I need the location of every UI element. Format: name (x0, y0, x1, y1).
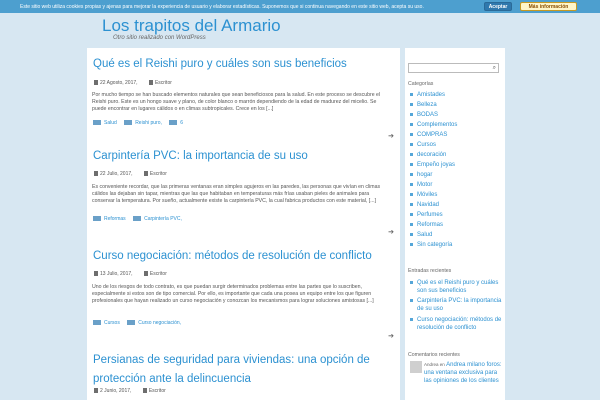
read-more-arrow-icon[interactable]: ➔ (388, 228, 394, 236)
tag-icon (124, 120, 133, 126)
categories-heading: Categorías (408, 81, 434, 87)
post-footer: Cursos Curso negociación, (93, 320, 187, 326)
author-icon (142, 388, 147, 394)
post-date: 2 Junio, 2017, (100, 388, 132, 394)
bullet-icon (410, 113, 413, 116)
bullet-icon (410, 153, 413, 156)
post-category[interactable]: Salud (104, 120, 117, 126)
search-input[interactable]: ⌕ (408, 63, 499, 73)
post-author[interactable]: Escritor (150, 171, 167, 177)
bullet-icon (410, 223, 413, 226)
main-content: Qué es el Reishi puro y cuáles son sus b… (87, 48, 400, 400)
more-info-button[interactable]: Más información (520, 2, 577, 11)
bullet-icon (410, 213, 413, 216)
bullet-icon (410, 93, 413, 96)
post-category[interactable]: Reformas (104, 216, 126, 222)
post-title[interactable]: Curso negociación: métodos de resolución… (93, 247, 388, 266)
bullet-icon (410, 183, 413, 186)
comment-author: Andrea en (424, 362, 445, 367)
bullet-icon (410, 203, 413, 206)
post-tag[interactable]: Reishi puro, (135, 120, 162, 126)
recent-comments-heading: Comentarios recientes (408, 352, 460, 358)
author-icon (143, 171, 148, 177)
bullet-icon (410, 133, 413, 136)
avatar (410, 361, 422, 373)
comment-icon (169, 120, 178, 126)
bullet-icon (410, 103, 413, 106)
post-title[interactable]: Persianas de seguridad para viviendas: u… (93, 351, 388, 389)
bullet-icon (410, 123, 413, 126)
site-title[interactable]: Los trapitos del Armario (102, 16, 281, 36)
recent-posts-heading: Entradas recientes (408, 268, 452, 274)
calendar-icon (94, 271, 98, 277)
tag-icon (127, 320, 136, 326)
cookie-bar: Este sitio web utiliza cookies propias y… (0, 0, 600, 13)
post-footer: Reformas Carpintería PVC, (93, 216, 188, 222)
bullet-icon (410, 281, 413, 284)
bullet-icon (410, 318, 413, 321)
author-icon (148, 80, 153, 86)
post-meta: 2 Junio, 2017, Escritor (94, 388, 166, 394)
post-tag[interactable]: Curso negociación, (138, 320, 181, 326)
post-meta: 22 Julio, 2017, Escritor (94, 171, 167, 177)
post-date: 13 Julio, 2017, (100, 271, 133, 277)
calendar-icon (94, 388, 98, 394)
comment-text[interactable]: Andrea en Andrea milano foros: una venta… (424, 361, 502, 385)
bullet-icon (410, 193, 413, 196)
bullet-icon (410, 173, 413, 176)
bullet-icon (410, 299, 413, 302)
post-title[interactable]: Carpintería PVC: la importancia de su us… (93, 147, 388, 166)
post-excerpt: Por mucho tiempo se han buscado elemento… (92, 92, 381, 112)
post-category[interactable]: Cursos (104, 320, 120, 326)
bullet-icon (410, 143, 413, 146)
post-meta: 13 Julio, 2017, Escritor (94, 271, 167, 277)
post-date: 22 Agosto, 2017, (100, 80, 138, 86)
read-more-arrow-icon[interactable]: ➔ (388, 132, 394, 140)
folder-icon (93, 320, 101, 326)
post-title[interactable]: Qué es el Reishi puro y cuáles son sus b… (93, 55, 388, 74)
accept-cookies-button[interactable]: Aceptar (484, 2, 512, 11)
site-tagline: Otro sitio realizado con WordPress (113, 35, 206, 41)
post-footer: Salud Reishi puro, 6 (93, 120, 189, 126)
post-meta: 22 Agosto, 2017, Escritor (94, 80, 172, 86)
author-icon (143, 271, 148, 277)
search-icon[interactable]: ⌕ (493, 65, 496, 72)
post-date: 22 Julio, 2017, (100, 171, 133, 177)
post-author[interactable]: Escritor (155, 80, 172, 86)
bullet-icon (410, 163, 413, 166)
post-tag[interactable]: Carpintería PVC, (144, 216, 182, 222)
sidebar: ⌕ Categorías Amistades Belleza BODAS Com… (405, 48, 505, 400)
folder-icon (93, 216, 101, 222)
read-more-arrow-icon[interactable]: ➔ (388, 332, 394, 340)
calendar-icon (94, 171, 98, 177)
folder-icon (93, 120, 101, 126)
post-excerpt: Uno de los riesgos de todo contrato, es … (92, 284, 374, 304)
post-author[interactable]: Escritor (149, 388, 166, 394)
cookie-text: Este sitio web utiliza cookies propias y… (20, 4, 424, 10)
bullet-icon (410, 233, 413, 236)
calendar-icon (94, 80, 98, 86)
post-excerpt: Es conveniente recordar, que las primera… (92, 184, 381, 204)
bullet-icon (410, 243, 413, 246)
post-author[interactable]: Escritor (150, 271, 167, 277)
post-comments[interactable]: 6 (180, 120, 183, 126)
tag-icon (133, 216, 142, 222)
